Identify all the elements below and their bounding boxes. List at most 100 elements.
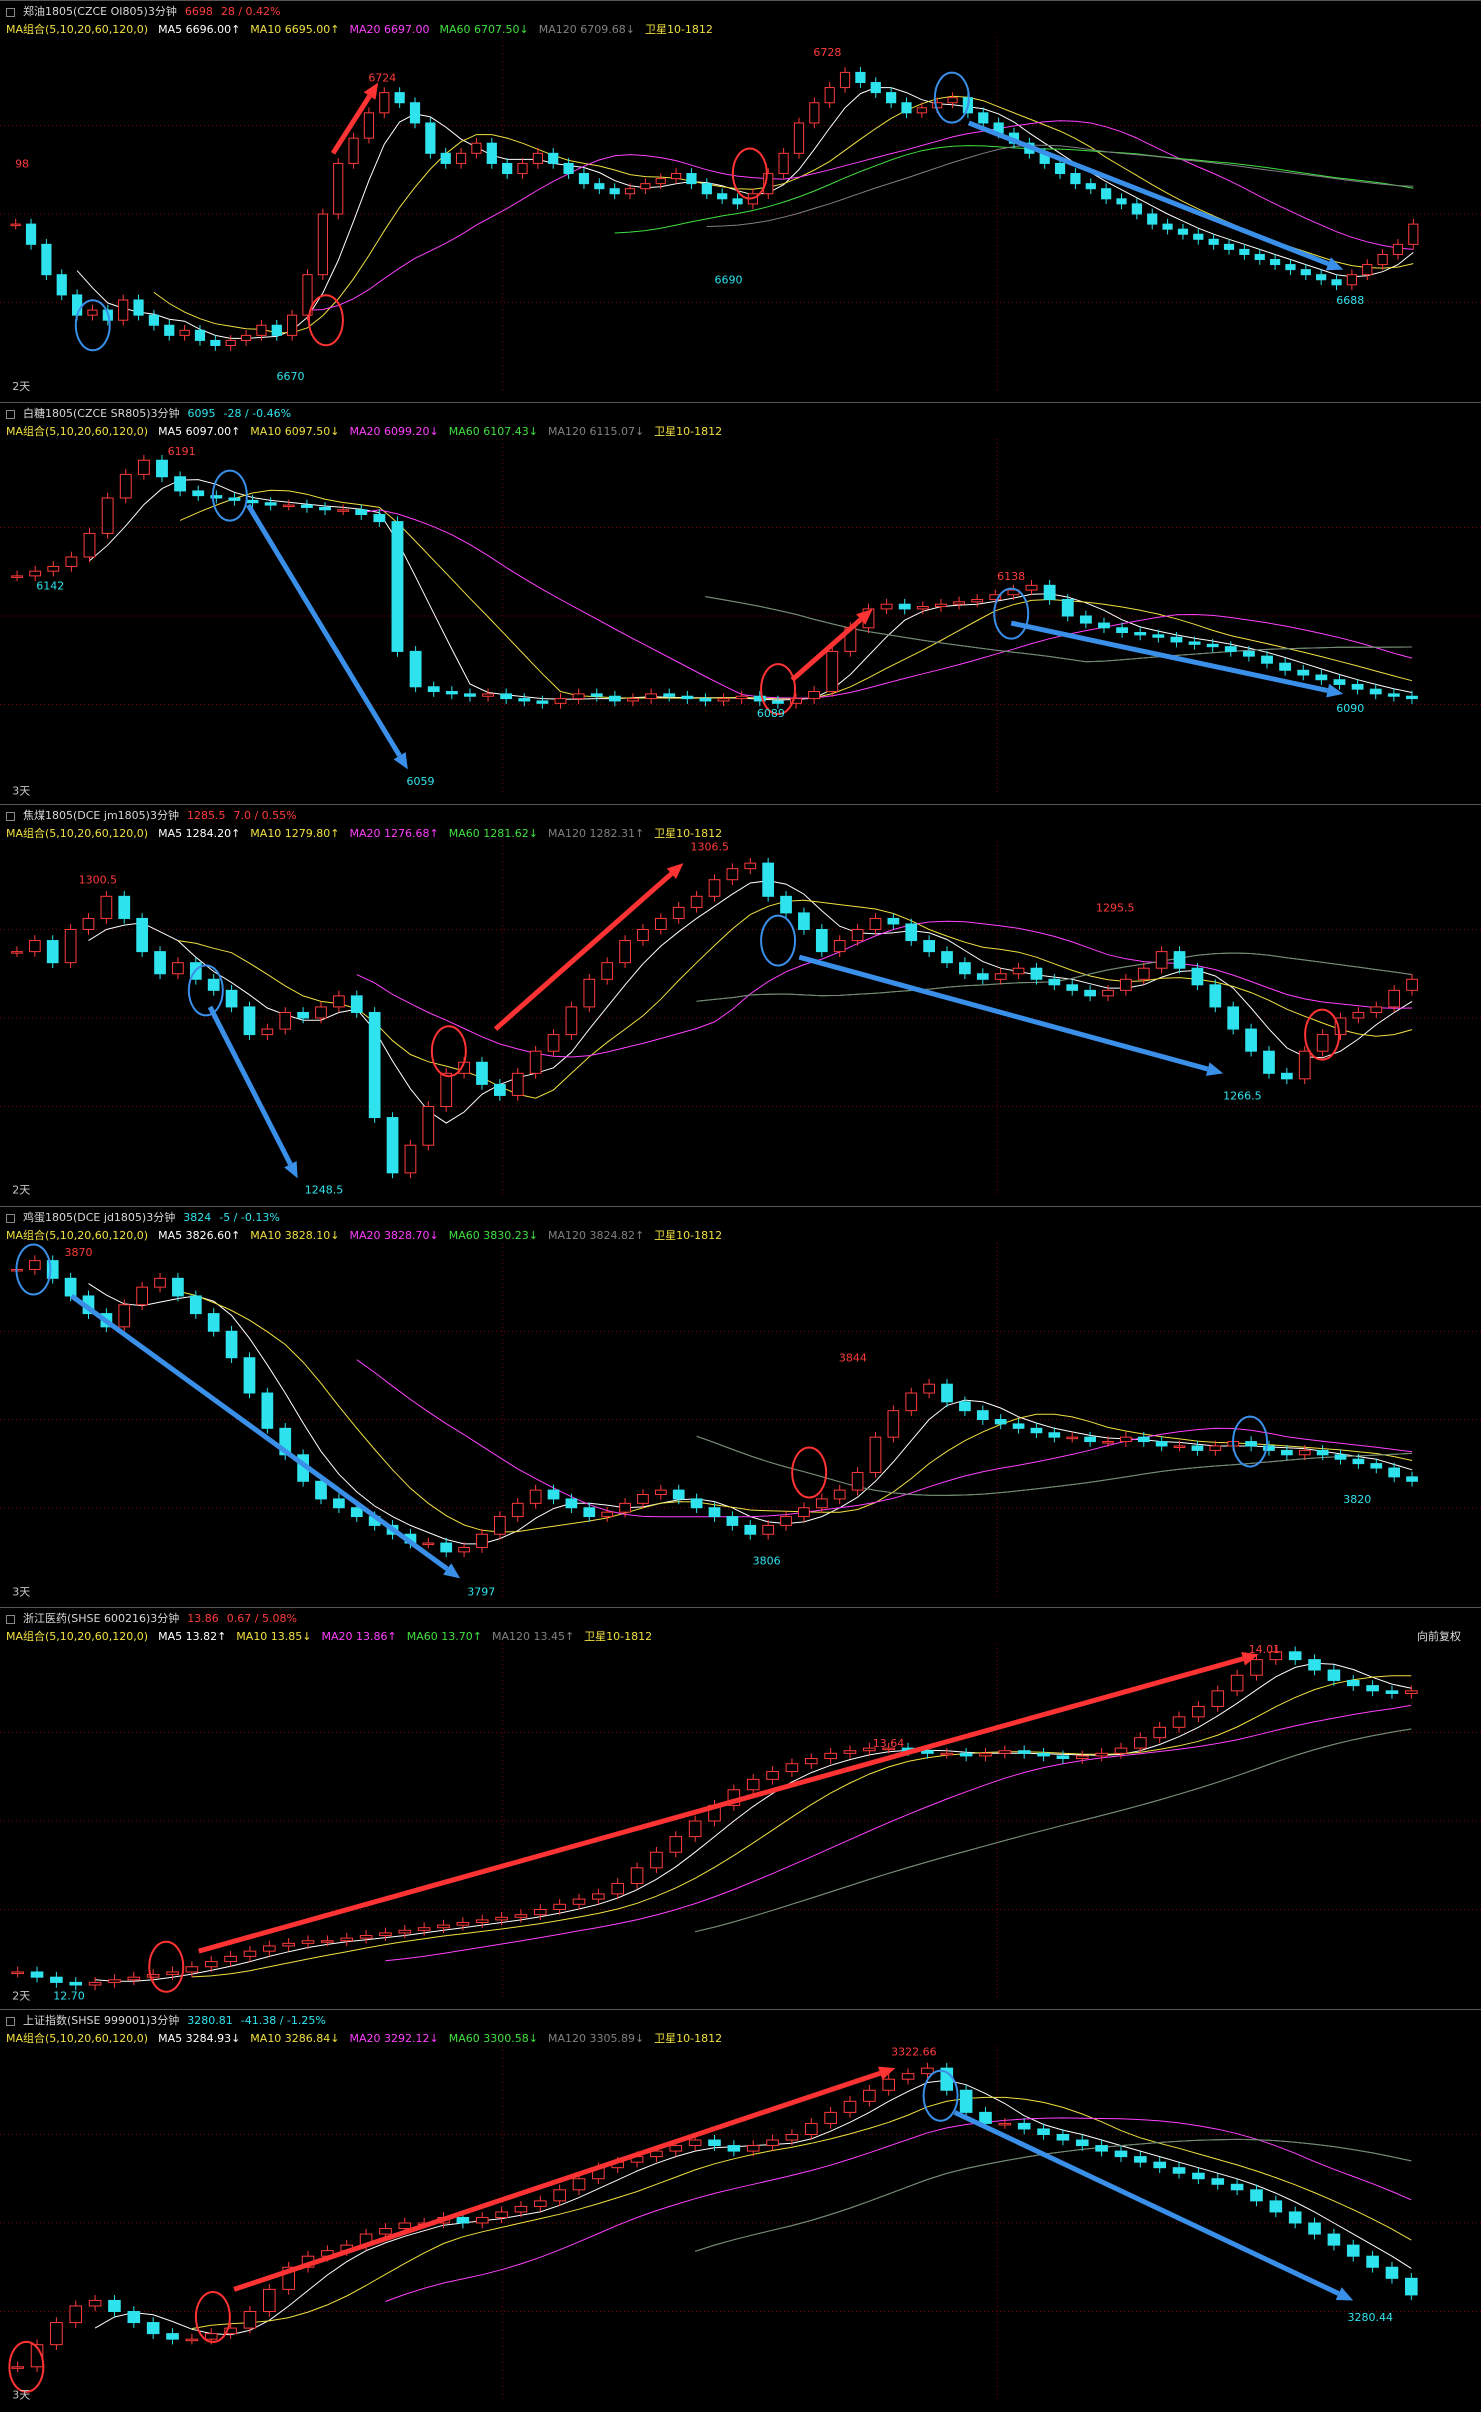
- candlestick-chart[interactable]: 98 6724 6728 6690 6670 6688 2天: [0, 1, 1481, 403]
- expand-icon[interactable]: [6, 1213, 15, 1223]
- ma10-value: MA10 3828.10↓: [250, 1229, 340, 1242]
- price-label: 3820: [1343, 1493, 1371, 1506]
- candle-body: [404, 1144, 417, 1174]
- ma60-value: MA60 3300.58↓: [448, 2032, 538, 2045]
- chart-panel-shangzheng[interactable]: 3322.66 3280.44 3天 上证指数(SHSE 999001)3分钟 3280…: [0, 2009, 1481, 2411]
- candle-body: [1134, 632, 1147, 636]
- candle-body: [1242, 650, 1255, 657]
- candle-body: [976, 973, 989, 980]
- chart-panel-baitang[interactable]: 6191 6142 6059 6089 6138 6090 3天 白糖1805(CZCE SR…: [0, 402, 1481, 804]
- candle-body: [72, 294, 83, 316]
- candle-body: [1208, 238, 1219, 245]
- chart-panel-zhengyou[interactable]: 98 6724 6728 6690 6670 6688 2天 郑油1805(CZCE OI80…: [0, 0, 1481, 402]
- candle-body: [1101, 188, 1112, 200]
- candle-body: [923, 1383, 935, 1394]
- candle-body: [1134, 1737, 1147, 1749]
- price-label: 2天: [12, 1989, 30, 2002]
- candle-body: [69, 1981, 83, 1986]
- candle-body: [601, 1511, 614, 1518]
- candlestick-chart[interactable]: 3322.66 3280.44 3天: [0, 2010, 1481, 2412]
- candlestick-chart[interactable]: 1300.5 1306.5 1295.5 1248.5 1266.5 2天: [0, 805, 1481, 1207]
- candle-body: [1120, 1436, 1132, 1443]
- candle-body: [592, 1893, 605, 1900]
- candle-body: [1245, 1028, 1257, 1052]
- candle-body: [422, 1106, 435, 1146]
- candle-body: [127, 2311, 141, 2324]
- candle-body: [887, 917, 900, 925]
- candlestick-chart[interactable]: 6191 6142 6059 6089 6138 6090 3天: [0, 403, 1481, 805]
- expand-icon[interactable]: [6, 7, 15, 17]
- candle-body: [870, 82, 881, 94]
- ma-line-60: [694, 1728, 1412, 1933]
- candle-body: [28, 940, 41, 953]
- ma-line-10: [191, 1675, 1412, 1978]
- candle-body: [350, 1507, 363, 1518]
- chart-panel-zhejiangyiyao[interactable]: 14.01 13.64 12.70 2天 浙江医药(SHSE 600216)3分钟 13.…: [0, 1607, 1481, 2009]
- candle-body: [1070, 173, 1081, 185]
- candle-body: [746, 2145, 760, 2152]
- expand-icon[interactable]: [6, 2016, 15, 2026]
- candle-body: [619, 1502, 631, 1513]
- ma-legend: MA组合(5,10,20,60,120,0) MA5 6696.00↑ MA10 6…: [6, 21, 723, 36]
- instrument-title: 浙江医药(SHSE 600216)3分钟: [23, 1612, 180, 1625]
- candle-body: [398, 1929, 412, 1934]
- candlestick-chart[interactable]: 14.01 13.64 12.70 2天: [0, 1608, 1481, 2010]
- ma60-value: MA60 1281.62↓: [448, 827, 538, 840]
- candle-body: [363, 112, 375, 139]
- candle-body: [1155, 951, 1168, 969]
- period-label: 卫星10-1812: [654, 425, 723, 438]
- candle-body: [533, 1909, 547, 1916]
- signal-circle-blue: [993, 587, 1030, 640]
- candle-body: [565, 1498, 578, 1509]
- chart-panel-jiaomei[interactable]: 1300.5 1306.5 1295.5 1248.5 1266.5 2天 焦煤1805(D…: [0, 804, 1481, 1206]
- candle-body: [572, 1898, 586, 1905]
- candle-body: [529, 1489, 542, 1504]
- candle-body: [1254, 253, 1265, 261]
- ma5-value: MA5 3826.60↑: [158, 1229, 241, 1242]
- expand-icon[interactable]: [6, 1614, 15, 1624]
- candle-body: [1155, 1441, 1168, 1447]
- price-label: 6191: [168, 445, 196, 458]
- expand-icon[interactable]: [6, 409, 15, 419]
- candle-body: [136, 917, 149, 953]
- candle-body: [533, 2200, 547, 2207]
- candle-body: [548, 152, 559, 164]
- candle-body: [243, 2311, 257, 2329]
- candle-body: [65, 556, 78, 567]
- candle-body: [427, 686, 440, 693]
- candle-body: [373, 514, 386, 523]
- candle-body: [624, 188, 636, 195]
- ma5-value: MA5 6097.00↑: [158, 425, 241, 438]
- expand-icon[interactable]: [6, 811, 15, 821]
- candle-body: [780, 1516, 792, 1526]
- candle-body: [979, 2111, 992, 2124]
- candle-body: [391, 521, 404, 652]
- ma-line-40: [705, 596, 1412, 663]
- candle-body: [1308, 2222, 1321, 2235]
- candle-body: [482, 693, 494, 697]
- chart-panel-jidan[interactable]: 3870 3844 3797 3806 3820 3天 鸡蛋1805(DCE jd1805)…: [0, 1206, 1481, 1607]
- candle-body: [1048, 978, 1061, 986]
- candle-body: [572, 693, 585, 700]
- adjust-mode-button[interactable]: 向前复权: [1417, 1628, 1461, 1644]
- ma20-value: MA20 6099.20↓: [349, 425, 439, 438]
- candle-body: [746, 1778, 760, 1791]
- candle-body: [688, 1820, 702, 1838]
- candle-body: [133, 299, 144, 316]
- candle-body: [1327, 1669, 1341, 1681]
- candle-body: [271, 324, 282, 336]
- candle-body: [565, 1006, 578, 1036]
- candle-body: [672, 906, 685, 919]
- candle-body: [1285, 264, 1296, 271]
- candle-body: [1316, 1034, 1329, 1052]
- candle-body: [843, 2100, 857, 2113]
- candle-body: [1331, 279, 1342, 286]
- candle-body: [1362, 264, 1373, 276]
- candle-body: [204, 1961, 218, 1968]
- candlestick-chart[interactable]: 3870 3844 3797 3806 3820 3天: [0, 1207, 1481, 1608]
- candle-body: [185, 1966, 199, 1973]
- ma60-value: MA60 6707.50↓: [439, 23, 529, 36]
- price-label: 3806: [753, 1555, 781, 1568]
- candle-body: [1223, 243, 1235, 250]
- panel-header: 白糖1805(CZCE SR805)3分钟 6095 -28 / -0.46%: [6, 405, 299, 420]
